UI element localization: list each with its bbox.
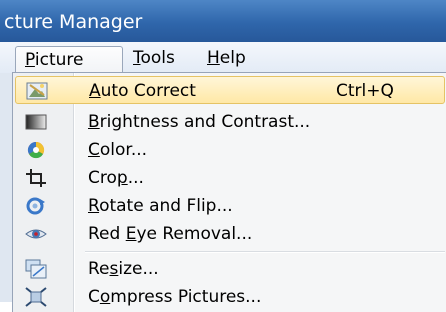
menu-item-color[interactable]: Color...	[15, 136, 445, 164]
menu-bar: Picture Tools Help	[0, 42, 446, 74]
menu-item-compress-pictures[interactable]: Compress Pictures...	[15, 283, 445, 311]
resize-icon	[25, 259, 47, 279]
menu-picture[interactable]: Picture	[15, 46, 123, 74]
menu-item-crop[interactable]: Crop...	[15, 164, 445, 192]
menu-item-resize[interactable]: Resize...	[15, 255, 445, 283]
picture-menu-dropdown: Auto Correct Ctrl+Q Brightness and Contr…	[12, 72, 446, 312]
crop-icon	[25, 168, 47, 188]
menu-item-auto-correct[interactable]: Auto Correct Ctrl+Q	[15, 76, 445, 104]
window-title-bar: cture Manager	[0, 0, 446, 42]
brightness-icon	[25, 112, 47, 132]
window-background-strip	[0, 73, 12, 302]
menu-tools[interactable]: Tools	[124, 45, 184, 71]
rotate-icon	[25, 196, 47, 216]
compress-icon	[25, 287, 47, 307]
menu-item-rotate-flip[interactable]: Rotate and Flip...	[15, 192, 445, 220]
color-icon	[25, 140, 47, 160]
red-eye-icon	[25, 224, 47, 244]
menu-item-brightness-contrast[interactable]: Brightness and Contrast...	[15, 108, 445, 136]
window-title: cture Manager	[4, 11, 143, 33]
menu-help[interactable]: Help	[198, 45, 255, 71]
shortcut-label: Ctrl+Q	[336, 81, 394, 101]
menu-item-red-eye-removal[interactable]: Red Eye Removal...	[15, 220, 445, 248]
auto-correct-icon	[26, 81, 48, 101]
